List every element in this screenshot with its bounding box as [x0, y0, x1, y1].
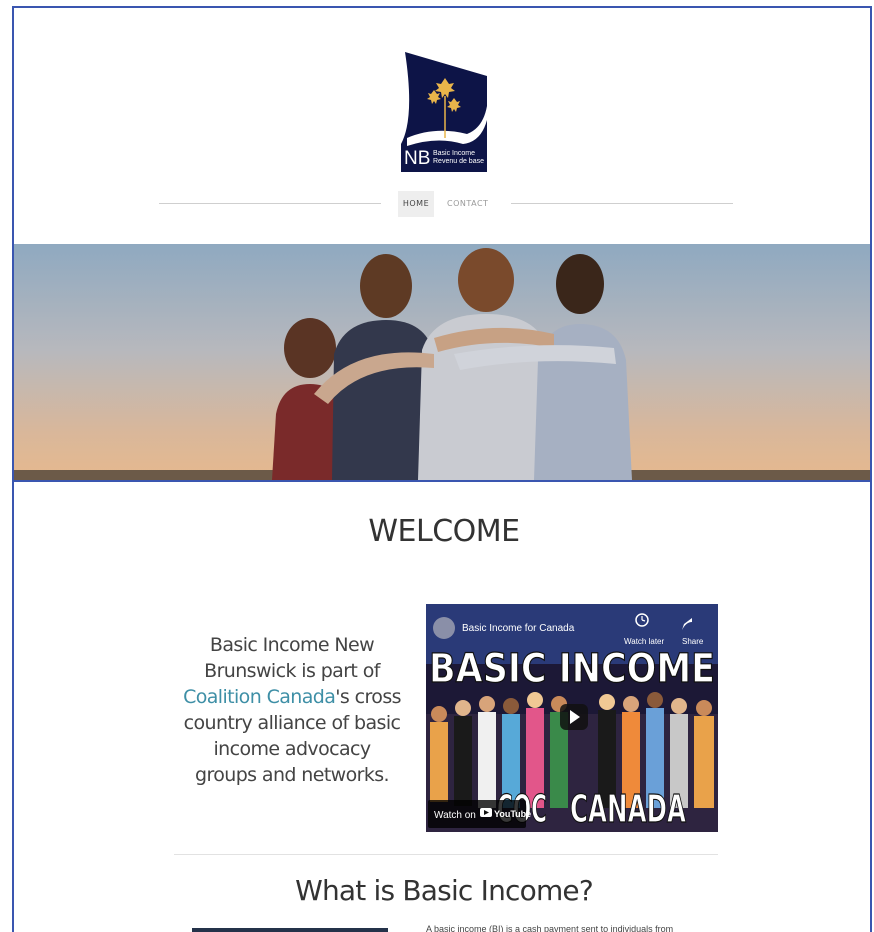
nav-divider-right — [511, 203, 733, 204]
logo-line2: Revenu de base — [433, 158, 484, 165]
watch-later-label[interactable]: Watch later — [624, 637, 664, 646]
intro-text: Basic Income New Brunswick is part of Co… — [182, 632, 402, 788]
watch-on-label: Watch on — [434, 810, 476, 821]
video-title[interactable]: Basic Income for Canada — [462, 623, 575, 634]
video-headline: BASIC INCOME — [429, 646, 715, 692]
main-nav: HOME CONTACT — [14, 191, 870, 217]
logo-line1: Basic Income — [433, 150, 475, 157]
channel-avatar[interactable] — [433, 617, 455, 639]
nav-home-link[interactable]: HOME — [398, 191, 434, 217]
basic-income-paragraph: A basic income (BI) is a cash payment se… — [426, 924, 674, 932]
logo-mark: NB — [404, 148, 430, 169]
video-footer-text: CANADA — [570, 787, 686, 831]
section-image — [192, 928, 388, 932]
nav-contact-link[interactable]: CONTACT — [447, 191, 488, 217]
hero-image — [14, 244, 870, 482]
section-divider — [174, 854, 718, 855]
what-is-basic-income-heading: What is Basic Income? — [295, 874, 594, 907]
youtube-label: YouTube — [494, 809, 531, 819]
welcome-heading: WELCOME — [368, 514, 520, 549]
intro-text-part1: Basic Income New Brunswick is part of — [204, 634, 380, 682]
page-frame: NB Basic Income Revenu de base HOME CONT… — [12, 6, 872, 932]
coalition-canada-link[interactable]: Coalition Canada — [183, 686, 336, 708]
share-label[interactable]: Share — [682, 637, 704, 646]
nav-divider-left — [159, 203, 381, 204]
site-logo[interactable]: NB Basic Income Revenu de base — [401, 48, 491, 172]
youtube-video-embed[interactable]: BASIC INCOME CANADA COC Basic Income for… — [426, 604, 718, 832]
